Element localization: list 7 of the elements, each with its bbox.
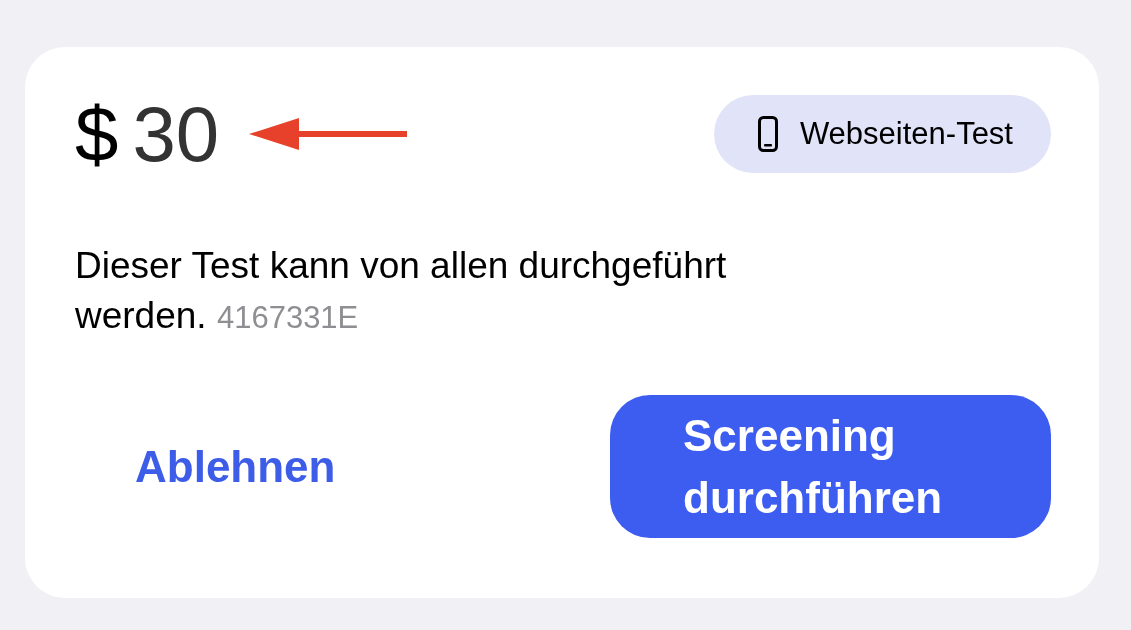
start-screening-button[interactable]: Screening durchführen — [610, 395, 1051, 538]
description-text: Dieser Test kann von allen durchgeführt werden. 4167331E — [75, 244, 728, 338]
badge-label: Webseiten-Test — [799, 116, 1013, 152]
price-amount: 30 — [132, 95, 220, 173]
decline-button[interactable]: Ablehnen — [135, 441, 336, 492]
phone-icon — [757, 116, 778, 152]
currency-symbol: $ — [75, 95, 119, 173]
